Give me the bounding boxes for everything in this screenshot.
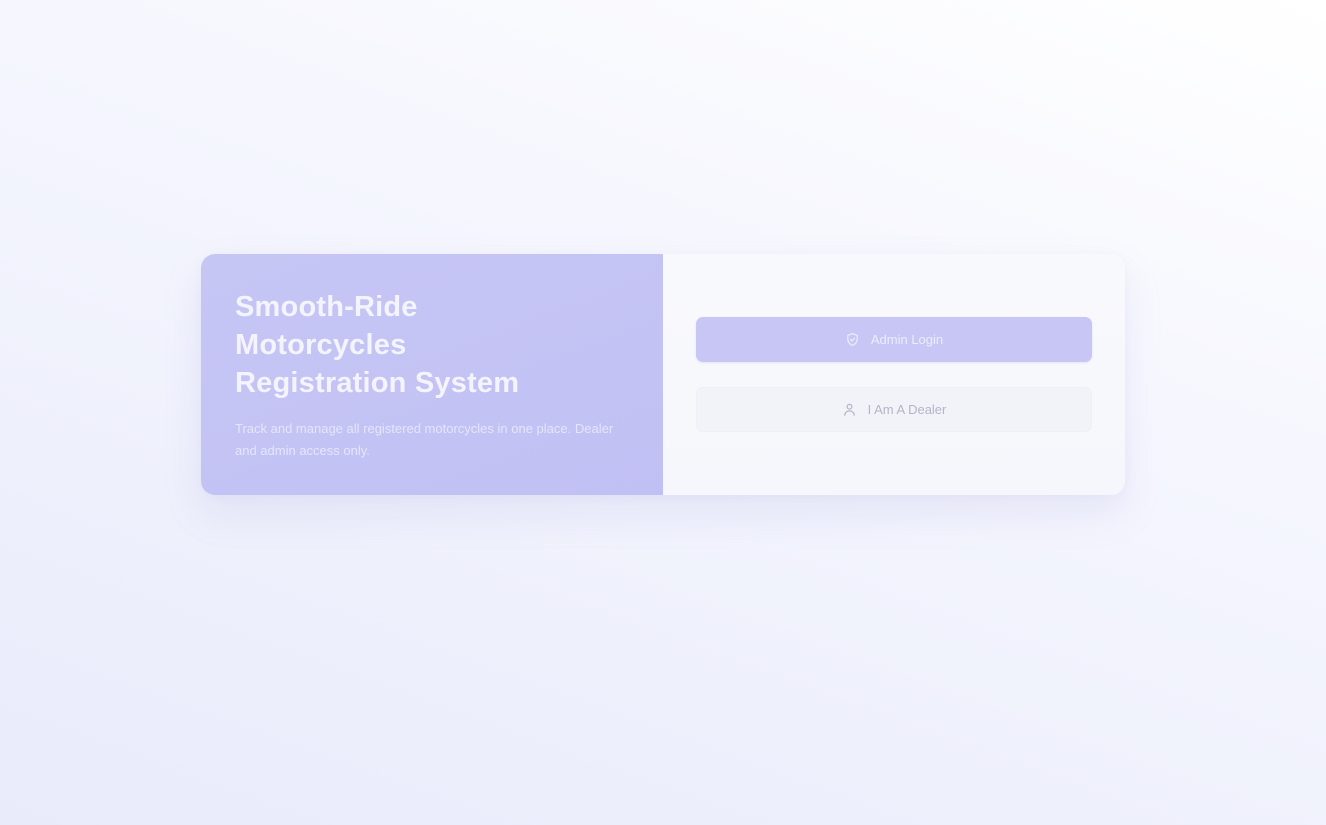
login-options: Admin Login I Am A Dealer xyxy=(663,254,1125,495)
admin-login-label: Admin Login xyxy=(870,332,944,347)
admin-login-button[interactable]: Admin Login xyxy=(696,317,1092,362)
user-icon xyxy=(842,402,858,418)
app-title-line-2: Motorcycles xyxy=(235,329,407,361)
dealer-login-label: I Am A Dealer xyxy=(867,402,947,417)
app-title: Smooth-Ride Motorcycles Registration Sys… xyxy=(235,288,633,402)
dealer-login-button[interactable]: I Am A Dealer xyxy=(696,387,1092,432)
shield-check-icon xyxy=(845,332,861,348)
hero-panel: Smooth-Ride Motorcycles Registration Sys… xyxy=(201,254,663,495)
app-description: Track and manage all registered motorcyc… xyxy=(235,421,614,458)
app-title-line-1: Smooth-Ride xyxy=(235,291,418,323)
app-title-line-3: Registration System xyxy=(235,367,520,399)
login-card: Smooth-Ride Motorcycles Registration Sys… xyxy=(201,254,1125,495)
